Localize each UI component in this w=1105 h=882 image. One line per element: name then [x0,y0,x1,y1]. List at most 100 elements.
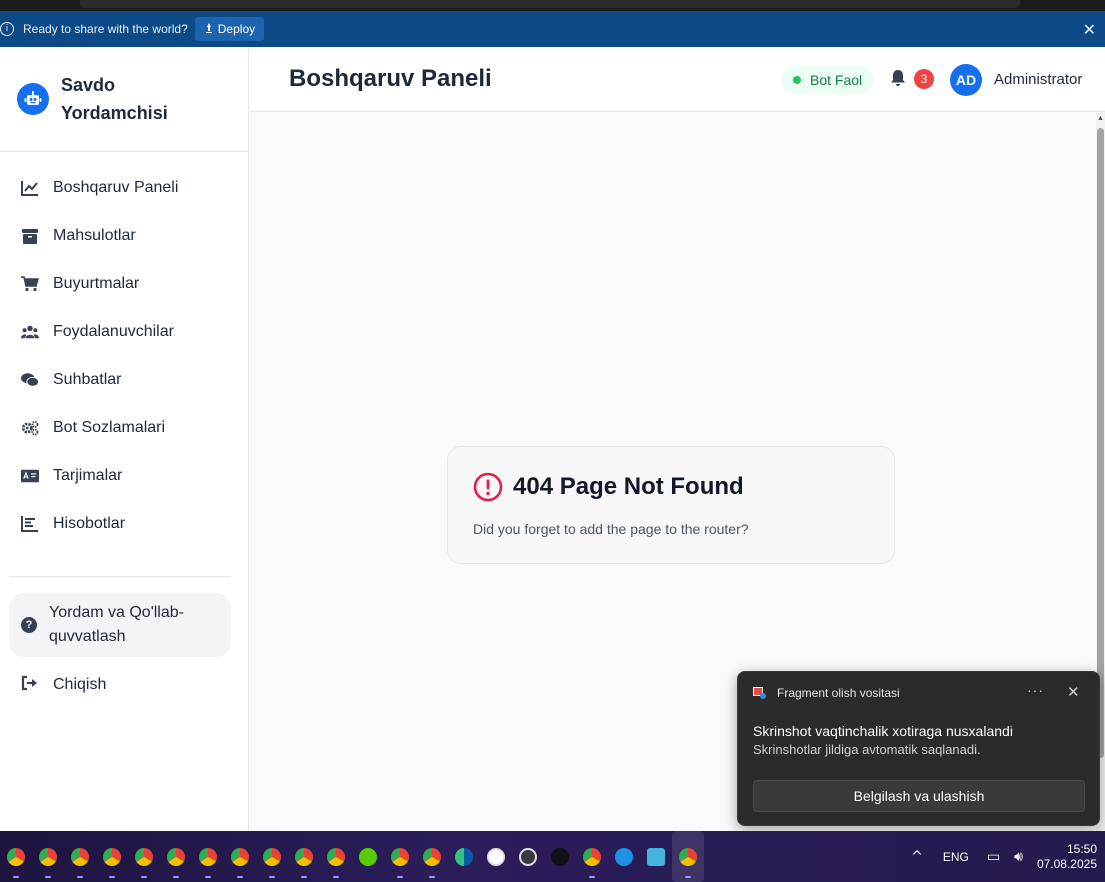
toast-close-icon[interactable]: ✕ [1067,683,1080,701]
sidebar-item-chats[interactable]: Suhbatlar [0,356,248,404]
sidebar-item-orders[interactable]: Buyurtmalar [0,260,248,308]
bell-icon[interactable] [890,69,908,89]
bar-chart-icon [21,515,39,533]
sidebar-item-dashboard[interactable]: Boshqaruv Paneli [0,164,248,212]
help-support-button[interactable]: ? Yordam va Qo'llab- quvvatlash [9,593,231,657]
sidebar-item-users[interactable]: Foydalanuvchilar [0,308,248,356]
snipping-toast: Fragment olish vositasi ··· ✕ Skrinshot … [737,671,1100,826]
brand[interactable]: Savdo Yordamchisi [0,47,248,152]
running-indicator [141,876,147,878]
taskbar-app-chrome-icon[interactable] [32,831,64,882]
running-indicator [589,876,595,878]
taskbar-app-chrome-icon[interactable] [128,831,160,882]
clock-date: 07.08.2025 [1036,856,1097,871]
running-indicator [237,876,243,878]
chrome-glyph [583,847,601,866]
avatar[interactable]: AD [950,64,982,96]
openai-glyph [487,847,505,866]
language-indicator[interactable]: ENG [943,850,969,864]
banner-message: Ready to share with the world? [23,22,188,36]
running-indicator [685,876,691,878]
banner-close-icon[interactable]: ✕ [1083,20,1096,39]
taskbar-app-docker-icon[interactable] [608,831,640,882]
taskbar-app-chrome-icon[interactable] [64,831,96,882]
sidebar-item-products[interactable]: Mahsulotlar [0,212,248,260]
robot-icon [17,83,49,115]
bot-status-label: Bot Faol [810,72,863,88]
tray-expand-icon[interactable]: ^ [911,849,923,865]
logout-button[interactable]: Chiqish [0,667,248,703]
chrome-glyph [423,847,441,866]
taskbar-app-chrome-icon[interactable] [672,831,704,882]
taskbar-app-duo-icon[interactable] [352,831,384,882]
status-dot [793,76,801,84]
sidebar-item-label: Tarjimalar [53,467,123,484]
taskbar-app-obs-icon[interactable] [512,831,544,882]
logout-label: Chiqish [53,676,107,693]
taskbar-app-notepad-icon[interactable] [640,831,672,882]
deploy-button[interactable]: Deploy [194,17,265,41]
obs-glyph [519,847,537,866]
taskbar-app-chrome-icon[interactable] [224,831,256,882]
username[interactable]: Administrator [994,71,1082,88]
clock[interactable]: 15:50 07.08.2025 [1037,842,1097,872]
docker-glyph [615,847,633,866]
scroll-up-icon[interactable]: ▲ [1097,115,1104,122]
more-options-icon[interactable]: ··· [1027,682,1044,698]
sidebar-item-reports[interactable]: Hisobotlar [0,500,248,548]
taskbar-app-chrome-icon[interactable] [288,831,320,882]
chat-icon [21,371,39,389]
help-label: Yordam va Qo'llab- quvvatlash [49,601,184,649]
top-header: Boshqaruv Paneli Bot Faol 3 AD Administr… [249,47,1105,112]
running-indicator [397,876,403,878]
page-title: Boshqaruv Paneli [289,65,492,92]
running-indicator [109,876,115,878]
chrome-glyph [391,847,409,866]
chrome-glyph [679,847,697,866]
taskbar-app-chrome-icon[interactable] [0,831,32,882]
scrollbar-thumb[interactable] [1097,128,1104,758]
chrome-glyph [199,847,217,866]
taskbar-app-edge-icon[interactable] [448,831,480,882]
taskbar-app-chrome-icon[interactable] [160,831,192,882]
taskbar-app-openai-icon[interactable] [480,831,512,882]
running-indicator [333,876,339,878]
help-line1: Yordam va Qo'llab- [49,604,184,621]
running-indicator [301,876,307,878]
taskbar-app-chrome-icon[interactable] [320,831,352,882]
volume-icon[interactable]: 🔊︎ [1014,849,1023,865]
running-indicator [173,876,179,878]
taskbar-app-chrome-icon[interactable] [384,831,416,882]
question-icon: ? [21,617,37,633]
browser-tab-strip [0,0,1105,11]
sidebar-item-label: Suhbatlar [53,371,122,388]
taskbar-app-capcut-icon[interactable] [544,831,576,882]
sidebar-nav: Boshqaruv Paneli Mahsulotlar Buyurtmalar… [0,152,248,548]
taskbar: ^ ENG ▭ 🔊︎ 15:50 07.08.2025 [0,831,1105,882]
running-indicator [77,876,83,878]
running-indicator [45,876,51,878]
not-found-card: 404 Page Not Found Did you forget to add… [447,446,895,564]
taskbar-app-chrome-icon[interactable] [192,831,224,882]
error-heading: 404 Page Not Found [513,473,744,500]
chrome-glyph [263,847,281,866]
users-icon [21,323,39,341]
taskbar-app-chrome-icon[interactable] [416,831,448,882]
gears-icon [21,419,39,437]
chrome-glyph [231,847,249,866]
chrome-glyph [167,847,185,866]
chrome-glyph [7,847,25,866]
clock-time: 15:50 [1066,841,1097,856]
taskbar-app-chrome-icon[interactable] [576,831,608,882]
network-icon[interactable]: ▭ [987,849,1000,865]
taskbar-app-chrome-icon[interactable] [96,831,128,882]
sidebar-item-bot-settings[interactable]: Bot Sozlamalari [0,404,248,452]
error-message: Did you forget to add the page to the ro… [473,521,749,537]
sidebar-item-translations[interactable]: Tarjimalar [0,452,248,500]
mark-and-share-button[interactable]: Belgilash va ulashish [753,780,1085,812]
notepad-glyph [647,847,665,866]
taskbar-app-chrome-icon[interactable] [256,831,288,882]
running-indicator [269,876,275,878]
running-indicator [205,876,211,878]
chrome-glyph [295,847,313,866]
